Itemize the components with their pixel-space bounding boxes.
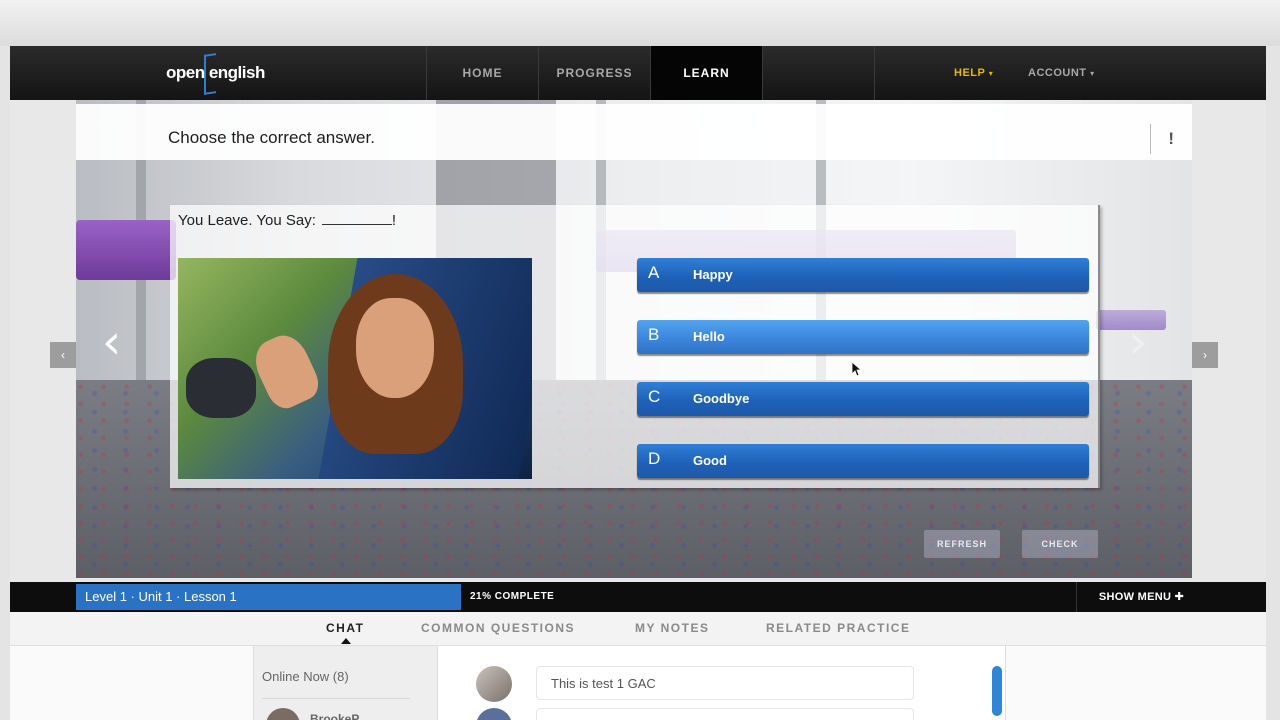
browser-background-left [0,46,10,720]
chat-message [536,708,914,720]
chat-scrollbar[interactable] [992,666,1002,716]
tab-common-questions[interactable]: COMMON QUESTIONS [421,612,575,646]
online-divider [262,698,410,699]
answer-option-c[interactable]: C Goodbye [637,382,1089,416]
chat-message-text: This is test 1 GAC [551,676,656,691]
previous-arrow-icon[interactable]: ‹ [102,318,121,366]
next-slide-button[interactable]: › [1192,342,1218,368]
check-button[interactable]: CHECK [1022,530,1098,558]
previous-slide-button[interactable]: ‹ [50,342,76,368]
chevron-down-icon: ▾ [1090,69,1095,78]
photo-waving-hand [247,328,325,414]
nav-divider [762,46,763,100]
chat-message: This is test 1 GAC [536,666,914,700]
account-menu[interactable]: ACCOUNT ▾ [1028,46,1095,100]
question-text: You Leave. You Say:! [178,212,396,229]
tab-related-practice[interactable]: RELATED PRACTICE [766,612,910,646]
browser-background-top [0,0,1280,46]
refresh-button[interactable]: REFRESH [924,530,1000,558]
answer-letter: A [648,263,660,282]
photo-face [356,298,434,398]
answer-label: Goodbye [693,391,750,406]
online-now-label: Online Now (8) [262,669,349,684]
open-english-logo[interactable]: open english [166,53,286,95]
online-user-name[interactable]: BrookeP [310,712,359,720]
nav-progress[interactable]: PROGRESS [538,46,650,100]
answer-letter: D [648,449,661,468]
exercise-card: You Leave. You Say:! A Happy B Hello C G… [170,205,1100,488]
photo-mirror [186,358,256,418]
next-arrow-icon[interactable]: › [1128,318,1147,366]
answer-label: Hello [693,329,725,344]
nav-learn[interactable]: LEARN [650,46,762,100]
help-label: HELP [954,67,986,79]
question-end: ! [391,212,397,229]
answer-letter: B [648,325,660,344]
active-tab-indicator [341,638,351,644]
alert-icon[interactable]: ! [1150,124,1174,154]
avatar [476,708,512,720]
tab-my-notes[interactable]: MY NOTES [635,612,709,646]
chat-area: Online Now (8) BrookeP This is test 1 GA… [10,646,1266,720]
answer-label: Happy [693,267,733,282]
mouse-cursor-icon [852,362,862,377]
answer-blank [321,213,392,225]
progress-percent: 21% COMPLETE [470,591,555,602]
answer-option-a[interactable]: A Happy [637,258,1089,292]
show-menu-button[interactable]: SHOW MENU ✚ [1076,582,1206,612]
answer-option-d[interactable]: D Good [637,444,1089,478]
nav-home[interactable]: HOME [426,46,538,100]
logo-text: open english [166,63,265,82]
chevron-down-icon: ▾ [988,69,994,78]
background-seat-left [76,220,176,280]
answer-label: Good [693,453,727,468]
nav-divider [874,46,875,100]
online-users-panel: Online Now (8) BrookeP [253,646,438,720]
browser-background-right [1266,46,1280,720]
instruction-bar: Choose the correct answer. ! [76,104,1192,160]
lesson-progress-bar: Level 1 · Unit 1 · Lesson 1 21% COMPLETE… [10,582,1266,612]
instruction-text: Choose the correct answer. [168,128,375,147]
top-navbar: open english HOME PROGRESS LEARN HELP ▾ … [10,46,1266,100]
chat-messages-panel: This is test 1 GAC [438,646,1006,720]
account-label: ACCOUNT [1028,67,1087,79]
avatar [476,666,512,702]
answer-letter: C [648,387,661,406]
question-photo [178,258,532,479]
avatar[interactable] [266,708,300,720]
lesson-breadcrumb: Level 1 · Unit 1 · Lesson 1 [85,589,237,604]
bottom-tabs: CHAT COMMON QUESTIONS MY NOTES RELATED P… [10,612,1266,646]
answer-option-b[interactable]: B Hello [637,320,1089,354]
question-prompt: You Leave. You Say: [178,212,316,229]
help-menu[interactable]: HELP ▾ [954,46,993,100]
